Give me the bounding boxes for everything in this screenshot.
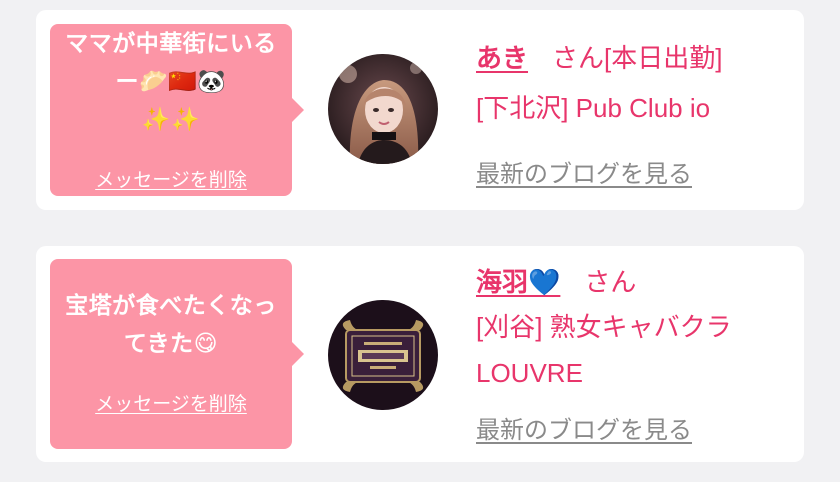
- message-list: ママが中華街にいるー🥟🇨🇳🐼 ✨✨ メッセージを削除 あき さん[本日出勤] […: [0, 0, 840, 482]
- avatar-logo-image: [328, 300, 438, 410]
- honorific: さん: [552, 43, 605, 73]
- honorific: さん: [584, 267, 637, 297]
- cast-info: あき さん[本日出勤] [下北沢] Pub Club io: [476, 38, 794, 132]
- message-text: 宝塔が食べたくなってきた😋: [65, 293, 277, 357]
- cast-name-link[interactable]: 海羽💙: [476, 267, 560, 297]
- delete-message-link[interactable]: メッセージを削除: [50, 165, 292, 192]
- message-card: 宝塔が食べたくなってきた😋 メッセージを削除 海羽💙 さん [刈谷] 熟女キャバ…: [36, 246, 804, 462]
- avatar-photo: [328, 54, 438, 164]
- latest-blog-link[interactable]: 最新のブログを見る: [476, 410, 692, 445]
- cast-info: 海羽💙 さん [刈谷] 熟女キャバクラ LOUVRE: [476, 262, 794, 396]
- message-text: ママが中華街にいるー🥟🇨🇳🐼 ✨✨: [65, 31, 277, 133]
- avatar[interactable]: [328, 54, 438, 164]
- latest-blog-link[interactable]: 最新のブログを見る: [476, 154, 692, 189]
- message-bubble: 宝塔が食べたくなってきた😋 メッセージを削除: [50, 259, 304, 449]
- shop-name: [刈谷] 熟女キャバクラ LOUVRE: [476, 312, 732, 388]
- message-bubble: ママが中華街にいるー🥟🇨🇳🐼 ✨✨ メッセージを削除: [50, 24, 304, 196]
- cast-name-link[interactable]: あき: [476, 43, 528, 73]
- avatar[interactable]: [328, 300, 438, 410]
- work-status: [本日出勤]: [604, 43, 723, 73]
- shop-name: [下北沢] Pub Club io: [476, 93, 711, 123]
- delete-message-link[interactable]: メッセージを削除: [50, 389, 292, 416]
- message-card: ママが中華街にいるー🥟🇨🇳🐼 ✨✨ メッセージを削除 あき さん[本日出勤] […: [36, 10, 804, 210]
